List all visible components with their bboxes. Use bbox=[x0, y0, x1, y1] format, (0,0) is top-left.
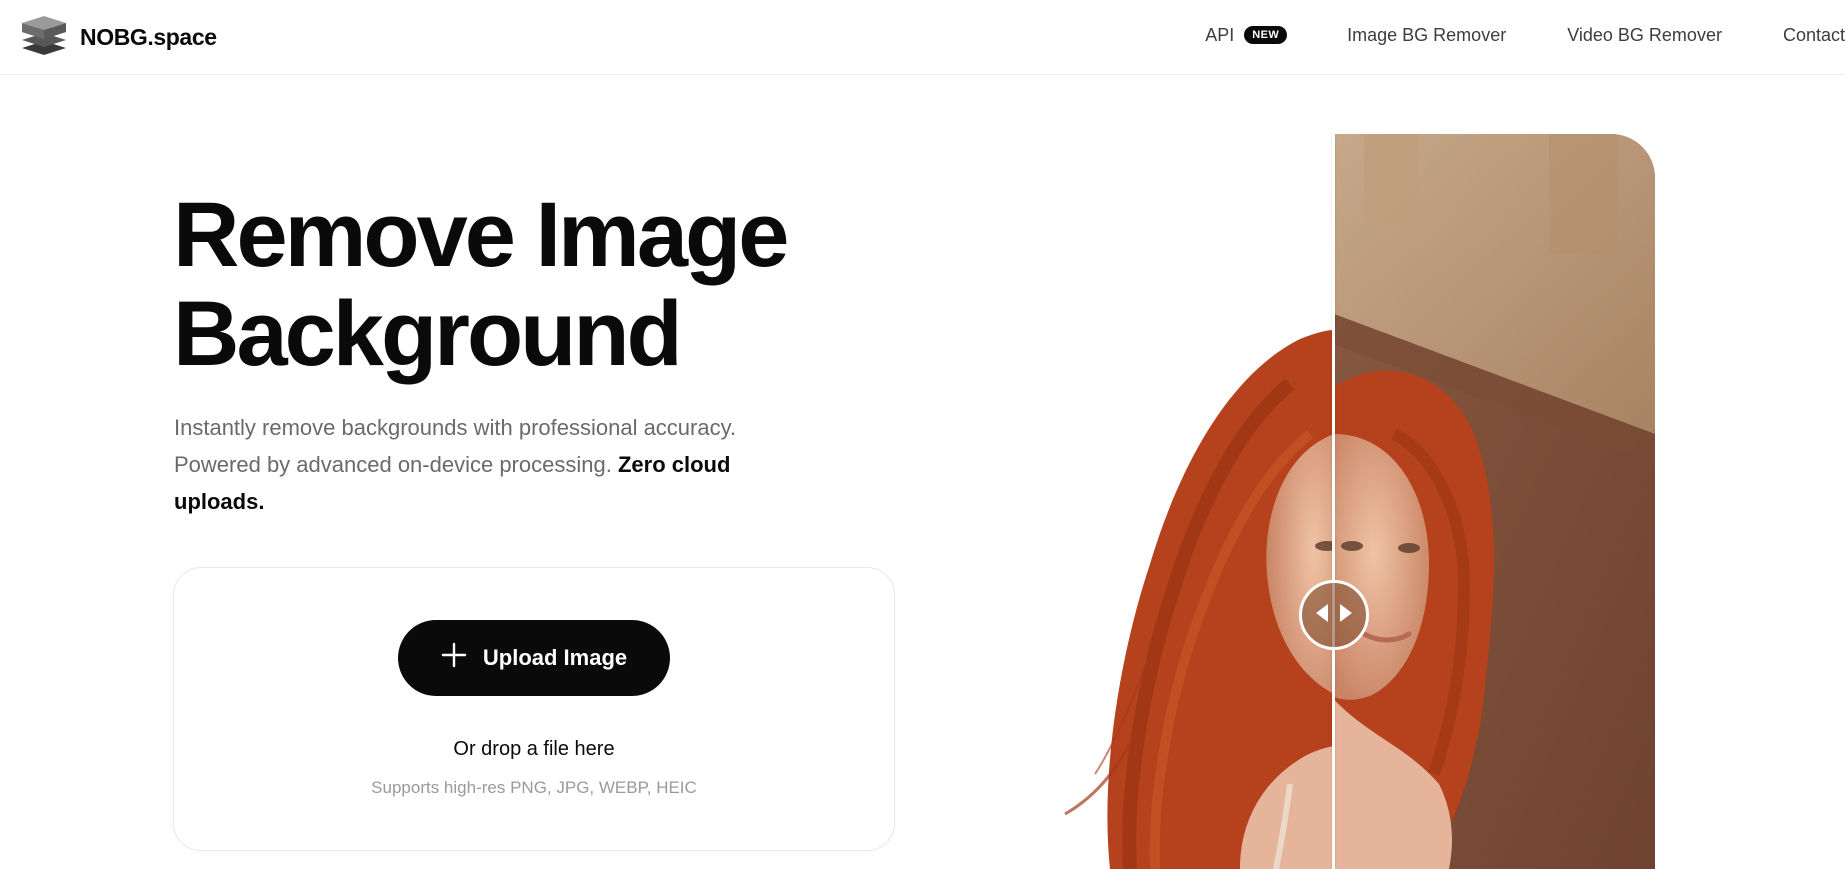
nav-video-bg-remover[interactable]: Video BG Remover bbox=[1567, 25, 1722, 46]
original-photo bbox=[1334, 134, 1655, 869]
plus-icon bbox=[441, 642, 467, 674]
nav-api[interactable]: API NEW bbox=[1205, 24, 1288, 46]
hero-title: Remove Image Background bbox=[173, 184, 789, 385]
background-removed-photo bbox=[1040, 134, 1334, 869]
upload-dropzone[interactable]: Upload Image Or drop a file here Support… bbox=[173, 567, 895, 851]
brand-logo-link[interactable]: NOBG.space bbox=[20, 13, 217, 62]
nav-contact[interactable]: Contact bbox=[1783, 25, 1845, 46]
upload-image-label: Upload Image bbox=[482, 645, 628, 670]
brand-name: NOBG.space bbox=[80, 24, 217, 50]
nav-image-bg-remover[interactable]: Image BG Remover bbox=[1347, 25, 1506, 46]
hero-description: Instantly remove backgrounds with profes… bbox=[174, 409, 814, 520]
upload-image-button[interactable]: Upload Image bbox=[398, 620, 670, 696]
main-nav: API NEW Image BG Remover Video BG Remove… bbox=[1205, 0, 1845, 70]
compare-divider-line bbox=[1332, 134, 1335, 869]
before-after-compare[interactable] bbox=[1040, 134, 1655, 869]
left-right-arrows-icon bbox=[1314, 602, 1354, 629]
nav-api-label: API bbox=[1205, 24, 1235, 45]
site-header: NOBG.space API NEW Image BG Remover Vide… bbox=[0, 0, 1845, 75]
compare-slider-handle[interactable] bbox=[1299, 580, 1369, 650]
drop-file-text: Or drop a file here bbox=[453, 738, 615, 760]
stacked-layers-icon bbox=[20, 13, 68, 62]
hero-title-line-2: Background bbox=[173, 283, 683, 385]
supported-formats-text: Supports high-res PNG, JPG, WEBP, HEIC bbox=[371, 778, 697, 797]
new-badge: NEW bbox=[1244, 26, 1288, 44]
hero-title-line-1: Remove Image bbox=[173, 184, 789, 286]
